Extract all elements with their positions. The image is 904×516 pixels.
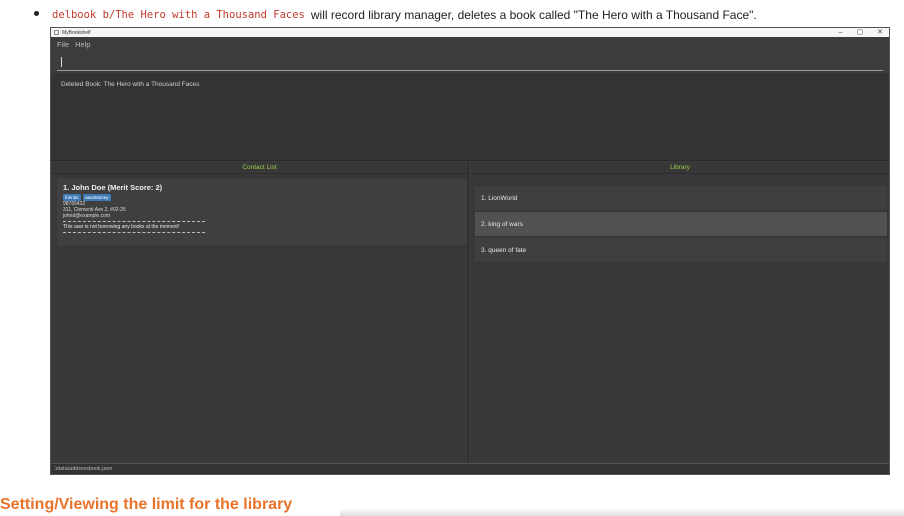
minimize-icon[interactable]: – [839,28,843,37]
library-title: Library [471,162,889,174]
book-item[interactable]: 3. queen of fate [475,238,887,262]
app-window: MyBookshelf – ▢ ✕ File Help Deleted Book… [50,27,890,475]
person-tags: friends owesMoney [63,194,461,201]
menu-help[interactable]: Help [75,40,90,49]
book-title: 3. queen of fate [481,246,527,254]
borrow-status: This user is not borrowing any books at … [63,224,180,230]
window-title: MyBookshelf [62,29,91,36]
book-title: 1. LionWorld [481,194,518,202]
person-card[interactable]: 1. John Doe (Merit Score: 2) friends owe… [57,179,467,245]
tag-badge: owesMoney [82,194,111,201]
text-caret [61,57,62,67]
library-panel: Library 1. LionWorld 2. king of wars 3. … [471,162,889,464]
title-bar: MyBookshelf – ▢ ✕ [51,28,889,37]
command-input[interactable] [57,54,883,71]
menu-bar: File Help [51,37,889,51]
window-controls: – ▢ ✕ [839,28,883,37]
book-title: 2. king of wars [481,220,523,228]
divider [63,232,205,233]
result-display: Deleted Book: The Hero with a Thousand F… [51,73,889,161]
doc-instruction-line: delbook b/The Hero with a Thousand Faces… [36,8,757,22]
section-heading: Setting/Viewing the limit for the librar… [0,496,293,513]
page-shadow [340,508,904,516]
person-email: johnd@example.com [63,213,111,219]
result-text: Deleted Book: The Hero with a Thousand F… [61,81,200,88]
command-example: delbook b/The Hero with a Thousand Faces [52,9,305,21]
person-name: 1. John Doe (Merit Score: 2) [63,183,163,192]
divider [63,221,205,222]
tag-badge: friends [63,194,81,201]
menu-file[interactable]: File [57,40,69,49]
status-bar: .\data\addressbook.json [51,463,889,474]
app-icon [54,30,59,35]
contact-list-panel: Contact List 1. John Doe (Merit Score: 2… [51,162,469,464]
command-description: will record library manager, deletes a b… [310,8,757,22]
maximize-icon[interactable]: ▢ [857,28,864,37]
contact-list-title: Contact List [51,162,468,174]
book-item-selected[interactable]: 2. king of wars [475,212,887,236]
book-item[interactable]: 1. LionWorld [475,186,887,210]
close-icon[interactable]: ✕ [877,28,883,37]
save-location: .\data\addressbook.json [54,466,113,472]
